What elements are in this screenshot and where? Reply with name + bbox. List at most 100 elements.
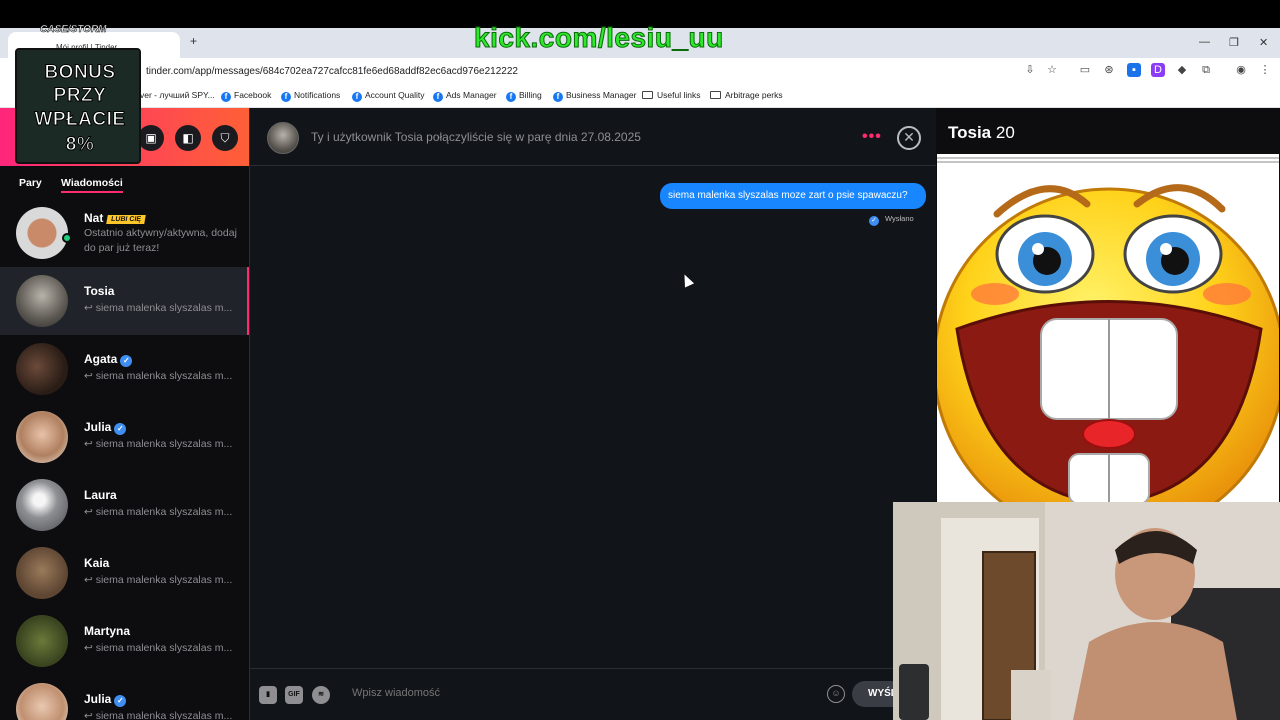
conversation-preview: ↩ siema malenka slyszalas m... <box>84 302 233 314</box>
tab-messages[interactable]: Wiadomości <box>61 177 123 193</box>
browser-menu-icon[interactable]: ⋮ <box>1258 63 1272 77</box>
conversation-item[interactable]: Martyna ↩ siema malenka slyszalas m... <box>0 607 249 675</box>
message-composer: ▮ GIF ≋ ☺ WYŚLIJ <box>250 668 936 720</box>
new-tab-button[interactable]: + <box>190 34 197 48</box>
conversation-name: Agata ✓ <box>84 352 133 367</box>
close-window-icon[interactable]: ✕ <box>1259 36 1268 49</box>
bookmarks-bar: ver - лучший SPY... f Facebook f Notificat… <box>0 84 1280 108</box>
sent-check-icon: ✓ <box>869 216 879 226</box>
bookmark-label: Billing <box>519 90 542 100</box>
profile-age: 20 <box>995 123 1015 142</box>
profile-photo[interactable] <box>937 154 1279 504</box>
sent-message-bubble: siema malenka slyszalas moze zart o psie… <box>660 183 926 209</box>
promo-logo: CASE/STORM <box>40 24 107 36</box>
conversation-name: Laura <box>84 488 117 502</box>
conversation-item[interactable]: Julia ✓ ↩ siema malenka slyszalas m... <box>0 675 249 720</box>
maximize-icon[interactable]: ❐ <box>1229 36 1239 49</box>
bookmark-label: Account Quality <box>365 90 425 100</box>
sidebar-tabs: Pary Wiadomości <box>0 166 249 196</box>
bookmark-item[interactable]: ver - лучший SPY... <box>140 90 215 100</box>
url-field[interactable]: tinder.com/app/messages/684c702ea727cafc… <box>140 61 1020 81</box>
avatar <box>16 207 68 259</box>
shield-icon[interactable]: ⛉ <box>212 125 238 151</box>
more-options-icon[interactable]: ••• <box>862 128 882 146</box>
profile-name: Tosia 20 <box>948 123 1015 143</box>
conversation-item[interactable]: Agata ✓ ↩ siema malenka slyszalas m... <box>0 335 249 403</box>
bookmark-useful-links[interactable]: Useful links <box>642 90 700 100</box>
stream-url-overlay: kick.com/lesiu_uu <box>474 22 724 54</box>
bookmark-business-manager[interactable]: f Business Manager <box>553 90 636 102</box>
mouse-cursor-icon <box>679 272 695 288</box>
briefcase-icon[interactable]: ▣ <box>138 125 164 151</box>
tab-matches[interactable]: Pary <box>19 177 42 189</box>
extension-diamond-icon[interactable]: ◆ <box>1175 63 1189 77</box>
bookmark-label: Business Manager <box>566 90 637 100</box>
conversation-name: Julia ✓ <box>84 692 127 707</box>
name-text: Julia <box>84 692 112 706</box>
conversation-item-selected[interactable]: Tosia ↩ siema malenka slyszalas m... <box>0 267 249 335</box>
bookmark-star-icon[interactable]: ☆ <box>1045 63 1059 77</box>
extension-blue-icon[interactable]: ▪ <box>1127 63 1141 77</box>
facebook-icon: f <box>553 92 563 102</box>
conversation-preview: Ostatnio aktywny/aktywna, dodaj do par j… <box>84 227 237 254</box>
extension-vpn-icon[interactable]: ⊛ <box>1102 63 1116 77</box>
bookmark-label: ver - лучший SPY... <box>140 90 215 100</box>
facebook-icon: f <box>433 92 443 102</box>
minimize-icon[interactable]: — <box>1199 36 1210 48</box>
camera-icon[interactable]: ▭ <box>1078 63 1092 77</box>
emoji-icon[interactable]: ☺ <box>827 685 845 703</box>
online-indicator <box>62 233 72 243</box>
status-text: Wysłano <box>885 214 914 223</box>
conversation-preview: ↩ siema malenka slyszalas m... <box>84 506 233 518</box>
work-icon[interactable]: ◧ <box>175 125 201 151</box>
bookmark-notifications[interactable]: f Notifications <box>281 90 340 102</box>
conversation-item[interactable]: Kaia ↩ siema malenka slyszalas m... <box>0 539 249 607</box>
chat-header: Ty i użytkownik Tosia połączyliście się … <box>250 108 936 166</box>
folder-icon <box>710 91 721 99</box>
conversation-name: Tosia <box>84 284 115 298</box>
conversation-name: Julia ✓ <box>84 420 127 435</box>
bookmark-billing[interactable]: f Billing <box>506 90 542 102</box>
conversation-item[interactable]: Nat LUBI CIĘ Ostatnio aktywny/aktywna, do… <box>0 199 249 267</box>
bookmark-account-quality[interactable]: f Account Quality <box>352 90 425 102</box>
match-info-text: Ty i użytkownik Tosia połączyliście się … <box>311 130 641 144</box>
avatar <box>16 411 68 463</box>
photo-button[interactable]: ▮ <box>259 686 277 704</box>
facebook-icon: f <box>352 92 362 102</box>
spotify-icon[interactable]: ≋ <box>312 686 330 704</box>
extension-purple-icon[interactable]: D <box>1151 63 1165 77</box>
close-chat-icon[interactable]: ✕ <box>897 126 921 150</box>
bookmark-label: Ads Manager <box>446 90 497 100</box>
facebook-icon: f <box>281 92 291 102</box>
conversation-item[interactable]: Laura ↩ siema malenka slyszalas m... <box>0 471 249 539</box>
conversation-preview: ↩ siema malenka slyszalas m... <box>84 574 233 586</box>
verified-icon: ✓ <box>120 355 133 367</box>
chat-panel: Ty i użytkownik Tosia połączyliście się … <box>250 108 936 720</box>
bookmark-arbitrage-perks[interactable]: Arbitrage perks <box>710 90 783 100</box>
profile-name-text: Tosia <box>948 123 992 142</box>
promo-overlay: BONUS PRZY WPŁACIE 8% <box>15 48 141 164</box>
extensions-puzzle-icon[interactable]: ⧉ <box>1199 63 1213 77</box>
conversation-item[interactable]: Julia ✓ ↩ siema malenka slyszalas m... <box>0 403 249 471</box>
match-avatar[interactable] <box>267 122 299 154</box>
screen: Mój profil | Tinder + — ❐ ✕ kick.com/les… <box>0 0 1280 720</box>
bookmark-facebook[interactable]: f Facebook <box>221 90 271 102</box>
conversation-preview: ↩ siema malenka slyszalas m... <box>84 710 233 720</box>
bookmark-label: Arbitrage perks <box>725 90 783 100</box>
name-text: Julia <box>84 420 112 434</box>
likes-you-badge: LUBI CIĘ <box>106 215 147 224</box>
avatar <box>16 547 68 599</box>
gif-button[interactable]: GIF <box>285 686 303 704</box>
profile-avatar-icon[interactable]: ◉ <box>1234 63 1248 77</box>
bookmark-label: Facebook <box>234 90 272 100</box>
promo-text-line: WPŁACIE <box>34 109 126 131</box>
address-bar: tinder.com/app/messages/684c702ea727cafc… <box>0 58 1280 84</box>
avatar <box>16 683 68 720</box>
promo-text-line: 8% <box>65 134 95 156</box>
message-input[interactable] <box>352 687 812 699</box>
bookmark-ads-manager[interactable]: f Ads Manager <box>433 90 497 102</box>
facebook-icon: f <box>506 92 516 102</box>
install-app-icon[interactable]: ⇩ <box>1023 63 1037 77</box>
avatar <box>16 479 68 531</box>
verified-icon: ✓ <box>114 423 127 435</box>
